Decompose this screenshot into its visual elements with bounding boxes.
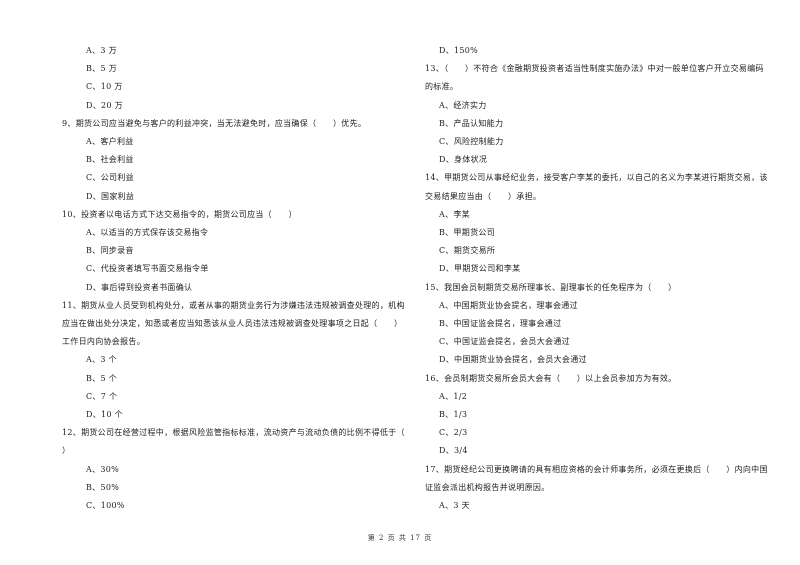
answer-option: A、30% (86, 464, 120, 474)
question-text-continued: 交易结果应当由（ ）承担。 (425, 191, 542, 201)
question-text-continued: 的标准。 (425, 82, 459, 92)
answer-option: C、代投资者填写书面交易指令单 (86, 264, 209, 274)
answer-option: B、甲期货公司 (439, 228, 495, 237)
question-text-continued: 证监会派出机构报告并说明原因。 (425, 482, 550, 492)
answer-option: B、5 万 (86, 64, 118, 74)
answer-option: A、李某 (439, 209, 470, 219)
answer-option: B、同步录音 (86, 246, 134, 256)
question-text-continued: 应当在做出处分决定，知悉或者应当知悉该从业人员违法违规被调查处理事项之日起（ ） (62, 319, 403, 328)
answer-option: D、甲期货公司和李某 (439, 264, 521, 274)
question-text: 14、甲期货公司从事经纪业务，接受客户李某的委托，以自己的名义为李某进行期货交易… (425, 173, 768, 183)
answer-option: A、1/2 (439, 391, 468, 401)
answer-option: C、7 个 (86, 391, 118, 401)
answer-option: D、中国期货业协会提名，会员大会通过 (439, 355, 587, 365)
question-text: 12、期货公司在经营过程中，根据风险监管指标标准，流动资产与流动负债的比例不得低… (62, 428, 405, 438)
answer-option: C、中国证监会提名，会员大会通过 (439, 337, 570, 347)
answer-option: A、经济实力 (439, 100, 487, 110)
answer-option: A、中国期货业协会提名，理事会通过 (439, 300, 578, 310)
page-footer: 第 2 页 共 17 页 (367, 534, 433, 542)
question-text-continued: ） (62, 446, 71, 456)
question-text: 10、投资者以电话方式下达交易指令的，期货公司应当（ ） (62, 209, 297, 219)
document-page: A、3 万 B、5 万 C、10 万 D、20 万 9、期货公司应当避免与客户的利益冲突… (0, 0, 800, 565)
answer-option: D、150% (439, 46, 479, 55)
question-text: 13、（ ）不符合《金融期货投资者适当性制度实施办法》中对一般单位客户开立交易编… (425, 64, 764, 74)
answer-option: D、20 万 (86, 100, 123, 110)
answer-option: A、3 天 (439, 501, 470, 510)
answer-option: B、5 个 (86, 373, 118, 383)
answer-option: C、100% (86, 501, 125, 510)
answer-option: A、以适当的方式保存该交易指令 (86, 228, 209, 237)
answer-option: D、国家利益 (86, 191, 135, 201)
answer-option: A、3 个 (86, 355, 117, 365)
answer-option: D、身体状况 (439, 155, 488, 165)
answer-option: B、中国证监会提名，理事会通过 (439, 319, 562, 328)
answer-option: A、3 万 (86, 46, 117, 55)
answer-option: C、期货交易所 (439, 246, 496, 256)
question-text: 11、期货从业人员受到机构处分，或者从事的期货业务行为涉嫌违法违规被调查处理的，… (62, 300, 405, 310)
question-text: 17、期货经纪公司更换聘请的具有相应资格的会计师事务所，必须在更换后（ ）内向中… (425, 464, 768, 474)
answer-option: C、2/3 (439, 428, 468, 438)
answer-option: C、公司利益 (86, 173, 134, 183)
answer-option: D、10 个 (86, 410, 123, 419)
answer-option: B、社会利益 (86, 155, 134, 165)
answer-option: C、风险控制能力 (439, 137, 504, 146)
question-text: 15、我国会员制期货交易所理事长、副理事长的任免程序为（ ） (425, 282, 677, 292)
answer-option: B、产品认知能力 (439, 118, 504, 128)
answer-option: D、3/4 (439, 446, 468, 456)
answer-option: C、10 万 (86, 82, 123, 92)
question-text: 16、会员制期货交易所会员大会有（ ）以上会员参加方为有效。 (425, 373, 677, 383)
answer-option: D、事后得到投资者书面确认 (86, 282, 193, 292)
answer-option: B、1/3 (439, 410, 468, 419)
question-text-continued: 工作日内向协会报告。 (62, 337, 145, 347)
answer-option: A、客户利益 (86, 137, 134, 146)
answer-option: B、50% (86, 482, 120, 492)
question-text: 9、期货公司应当避免与客户的利益冲突，当无法避免时，应当确保（ ）优先。 (62, 118, 367, 128)
